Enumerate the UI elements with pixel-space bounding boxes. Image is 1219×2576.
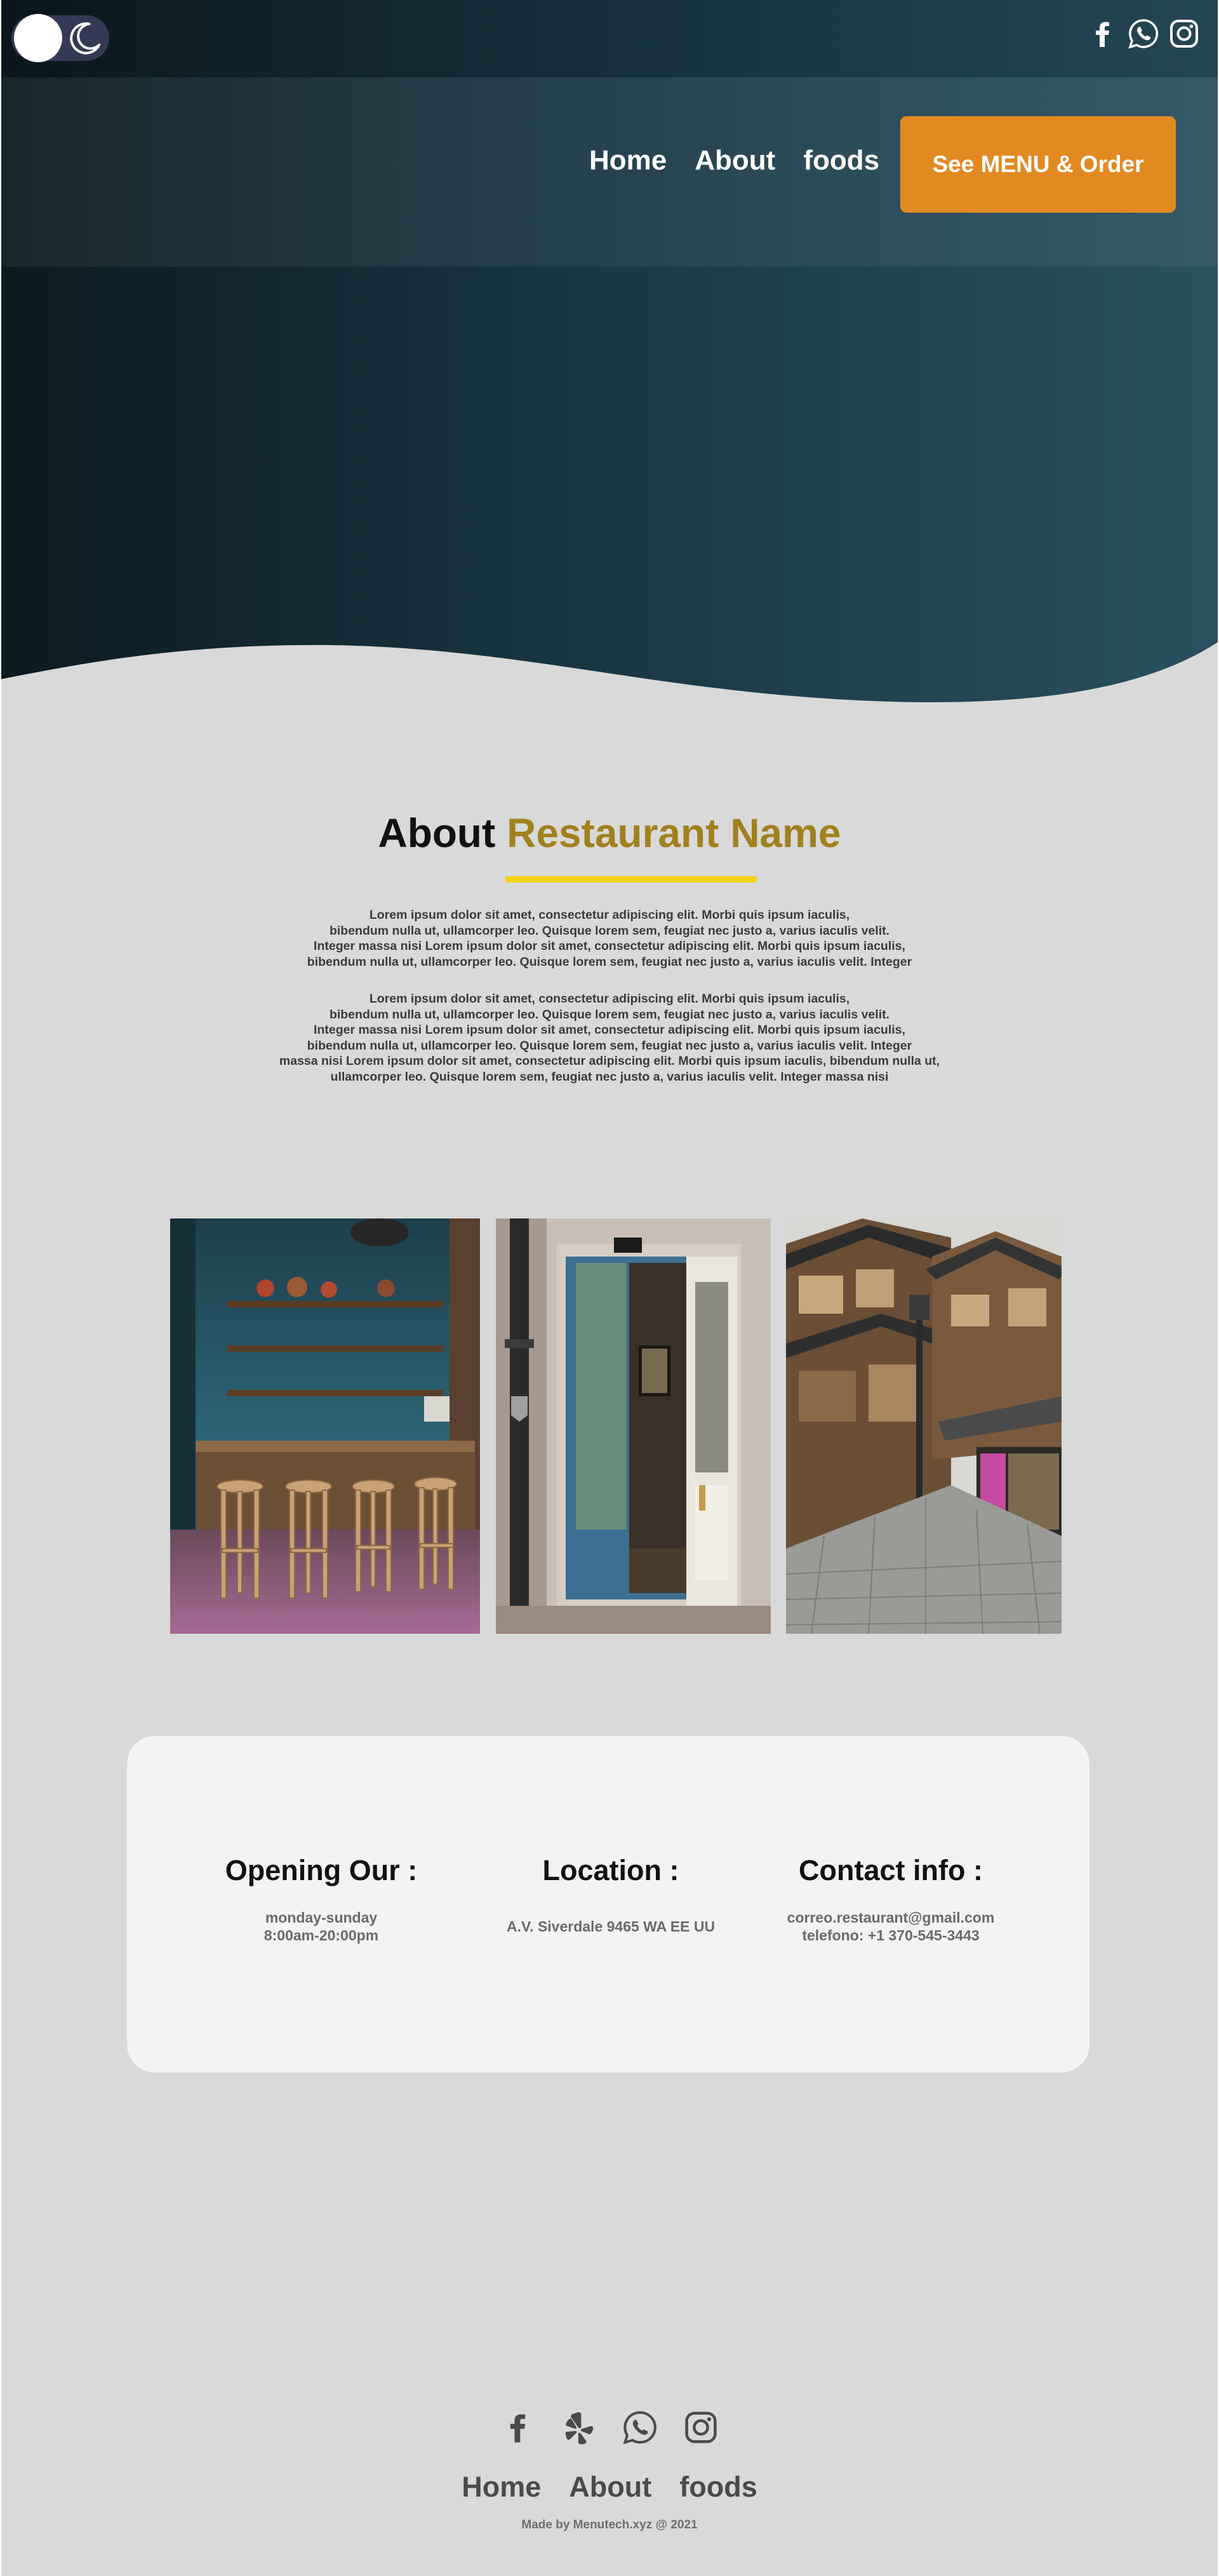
footer-social-links (0, 2410, 1219, 2445)
whatsapp-icon[interactable] (622, 2410, 658, 2445)
about-title-prefix: About (378, 810, 496, 856)
theme-toggle[interactable] (11, 14, 109, 62)
toggle-knob (14, 14, 62, 62)
street-view-photo (786, 1218, 1062, 1634)
restaurant-entrance-photo (496, 1218, 771, 1634)
restaurant-interior-photo (170, 1218, 480, 1634)
contact-info: Contact info : correo.restaurant@gmail.c… (757, 1854, 1024, 1944)
instagram-icon[interactable] (683, 2410, 719, 2445)
footer-about-link[interactable]: About (569, 2471, 651, 2504)
para2-line: ullamcorper leo. Quisque lorem sem, feug… (330, 1069, 889, 1084)
footer-credit: Made by Menutech.xyz @ 2021 (521, 2518, 698, 2532)
nav-about-link[interactable]: About (695, 145, 775, 177)
location-info: Location : A.V. Siverdale 9465 WA EE UU (477, 1854, 744, 1935)
about-paragraph-1: Lorem ipsum dolor sit amet, consectetur … (0, 907, 1219, 970)
about-paragraph-2: Lorem ipsum dolor sit amet, consectetur … (0, 991, 1219, 1084)
para2-line: bibendum nulla ut, ullamcorper leo. Quis… (307, 1038, 912, 1053)
contact-title: Contact info : (799, 1854, 983, 1886)
para2-line: Lorem ipsum dolor sit amet, consectetur … (369, 992, 850, 1006)
footer-foods-link[interactable]: foods (679, 2471, 757, 2504)
hero-section: Home About foods See MENU & Order (0, 0, 1219, 756)
para2-line: bibendum nulla ut, ullamcorper leo. Quis… (329, 1007, 890, 1022)
contact-email[interactable]: correo.restaurant@gmail.com (757, 1909, 1024, 1926)
opening-days: monday-sunday (265, 1909, 378, 1926)
title-underline (505, 876, 757, 883)
para2-line: massa nisi Lorem ipsum dolor sit amet, c… (279, 1054, 940, 1068)
opening-time: 8:00am-20:00pm (263, 1927, 379, 1944)
nav-home-link[interactable]: Home (589, 145, 667, 177)
location-address: A.V. Siverdale 9465 WA EE UU (506, 1918, 716, 1935)
para2-line: Integer massa nisi Lorem ipsum dolor sit… (314, 1023, 905, 1037)
para1-line: Lorem ipsum dolor sit amet, consectetur … (369, 908, 850, 922)
opening-hours: Opening Our : monday-sunday 8:00am-20:00… (188, 1854, 455, 1944)
facebook-icon[interactable] (1087, 18, 1119, 50)
see-menu-order-button[interactable]: See MENU & Order (900, 116, 1176, 213)
about-title: About Restaurant Name (0, 810, 1219, 857)
footer-nav: Home About foods (0, 2471, 1219, 2504)
facebook-icon[interactable] (500, 2410, 536, 2445)
moon-icon (70, 22, 101, 55)
restaurant-name: Restaurant Name (507, 810, 841, 856)
nav-foods-link[interactable]: foods (803, 145, 879, 177)
top-bar (0, 0, 1219, 77)
para1-line: bibendum nulla ut, ullamcorper leo. Quis… (307, 954, 912, 969)
opening-title: Opening Our : (225, 1854, 418, 1886)
contact-phone[interactable]: telefono: +1 370-545-3443 (757, 1926, 1024, 1944)
whatsapp-icon[interactable] (1128, 18, 1159, 50)
location-title: Location : (542, 1854, 679, 1886)
social-links-top (1087, 18, 1200, 50)
main-nav: Home About foods (589, 145, 879, 177)
para1-line: bibendum nulla ut, ullamcorper leo. Quis… (329, 923, 890, 938)
yelp-icon[interactable] (561, 2410, 597, 2445)
para1-line: Integer massa nisi Lorem ipsum dolor sit… (314, 939, 905, 953)
instagram-icon[interactable] (1168, 18, 1200, 50)
footer-home-link[interactable]: Home (462, 2471, 541, 2504)
